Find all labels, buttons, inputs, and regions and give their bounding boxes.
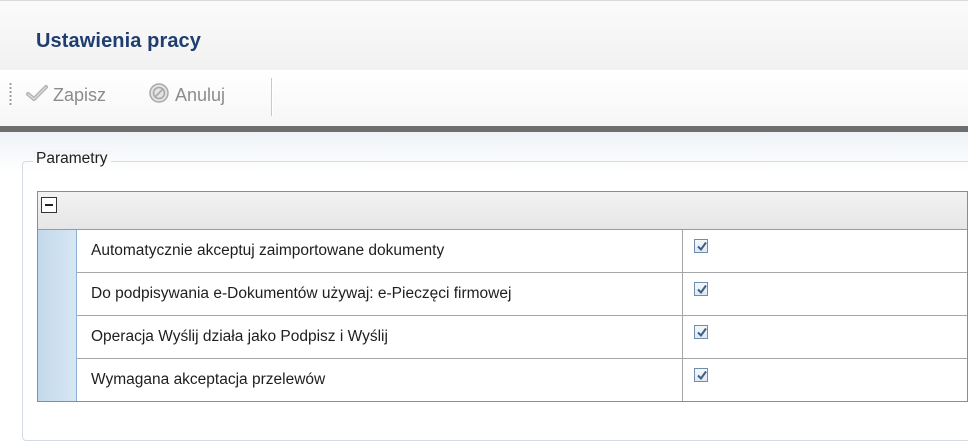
grid-group-header bbox=[38, 192, 967, 230]
parameters-grid: Automatycznie akceptuj zaimportowane dok… bbox=[37, 191, 968, 402]
table-row[interactable]: Do podpisywania e-Dokumentów używaj: e-P… bbox=[77, 273, 967, 316]
cancel-button-label: Anuluj bbox=[175, 84, 226, 105]
row-label: Do podpisywania e-Dokumentów używaj: e-P… bbox=[91, 285, 512, 302]
parameters-legend: Parametry bbox=[33, 150, 111, 168]
cancel-circle-icon bbox=[148, 82, 170, 109]
checkmark-icon bbox=[26, 84, 48, 107]
row-checkbox[interactable] bbox=[694, 325, 708, 339]
checkmark-icon bbox=[697, 284, 707, 295]
window-header: Ustawienia pracy bbox=[0, 0, 968, 71]
table-row[interactable]: Wymagana akceptacja przelewów bbox=[77, 359, 967, 401]
checkmark-icon bbox=[697, 241, 707, 252]
column-separator bbox=[682, 230, 683, 272]
row-label: Automatycznie akceptuj zaimportowane dok… bbox=[91, 242, 445, 259]
group-indent-column bbox=[38, 230, 77, 401]
toolbar: Zapisz Anuluj bbox=[0, 70, 968, 126]
checkmark-icon bbox=[697, 370, 707, 381]
collapse-toggle-icon[interactable] bbox=[41, 197, 57, 213]
page-title: Ustawienia pracy bbox=[36, 30, 202, 52]
save-button-label: Zapisz bbox=[53, 84, 107, 105]
row-checkbox[interactable] bbox=[694, 239, 708, 253]
column-separator bbox=[682, 359, 683, 401]
table-row[interactable]: Automatycznie akceptuj zaimportowane dok… bbox=[77, 230, 967, 273]
row-checkbox[interactable] bbox=[694, 368, 708, 382]
row-label: Operacja Wyślij działa jako Podpisz i Wy… bbox=[91, 328, 388, 345]
checkmark-icon bbox=[697, 327, 707, 338]
column-separator bbox=[682, 316, 683, 358]
row-checkbox[interactable] bbox=[694, 282, 708, 296]
column-separator bbox=[682, 273, 683, 315]
table-row[interactable]: Operacja Wyślij działa jako Podpisz i Wy… bbox=[77, 316, 967, 359]
row-label: Wymagana akceptacja przelewów bbox=[91, 371, 326, 388]
toolbar-separator bbox=[271, 78, 272, 116]
cancel-button[interactable]: Anuluj bbox=[148, 82, 225, 108]
toolbar-grip[interactable] bbox=[9, 82, 12, 106]
save-button[interactable]: Zapisz bbox=[26, 82, 106, 108]
